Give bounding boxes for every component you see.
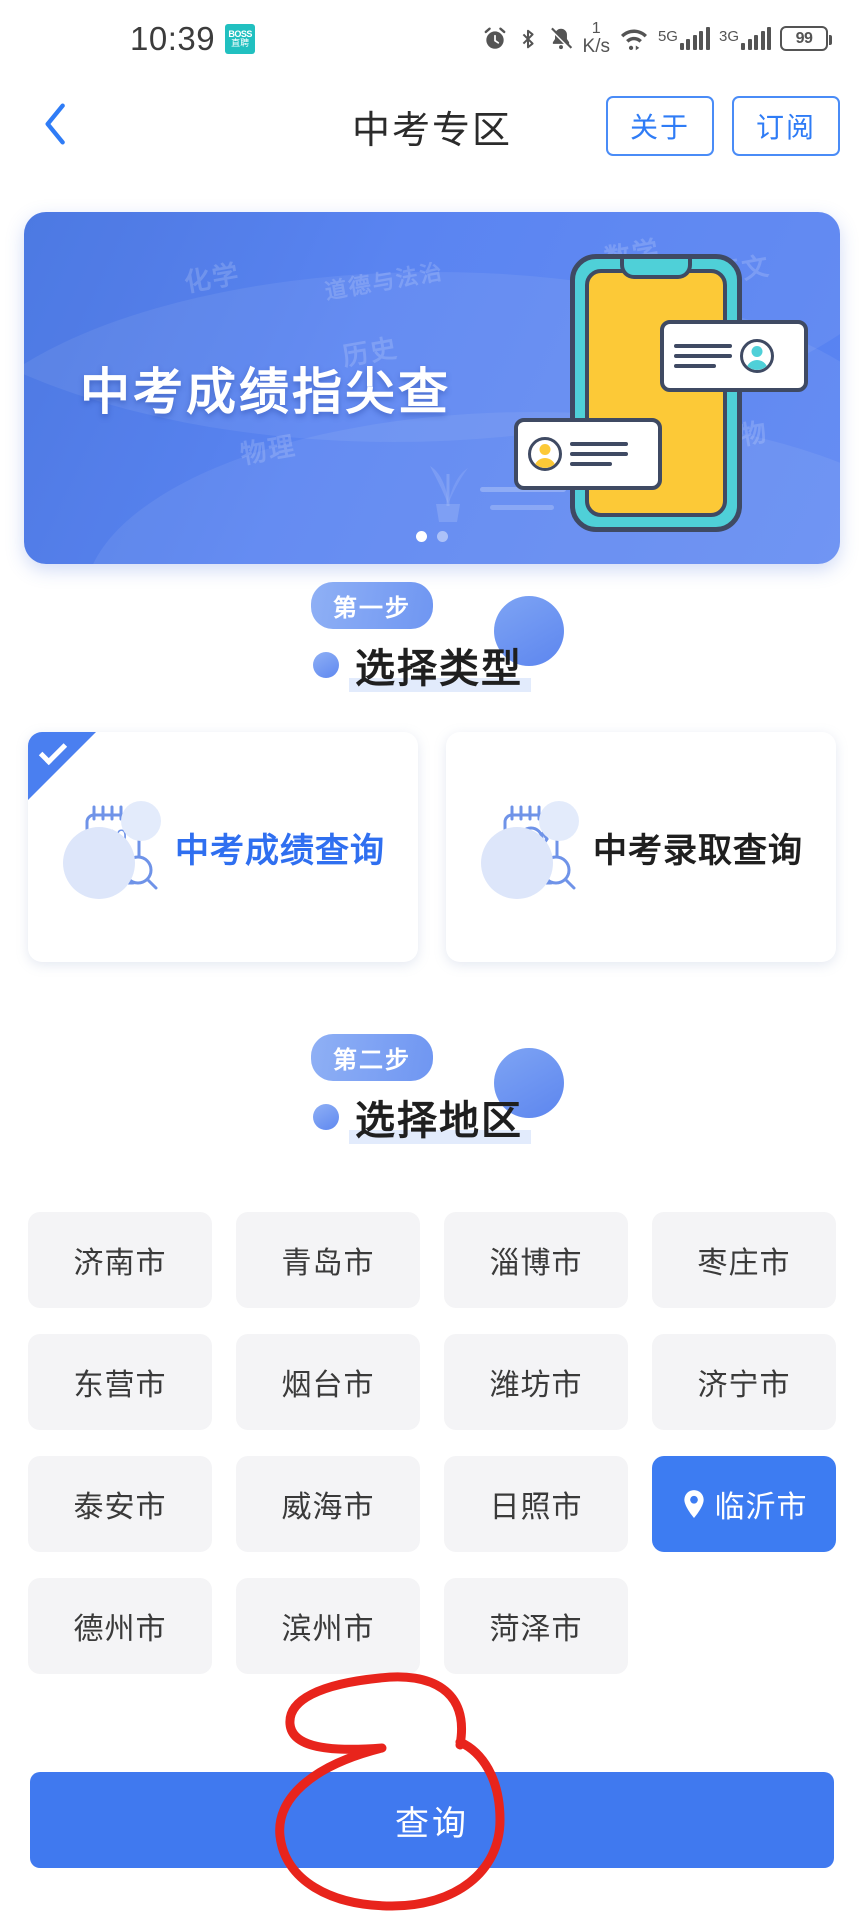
- city-chip[interactable]: 济宁市: [652, 1334, 836, 1430]
- step-bullet-dot: [313, 652, 339, 678]
- sim2-network-label: 3G: [718, 27, 739, 45]
- admission-document-search-icon: [479, 793, 587, 901]
- city-chip-selected[interactable]: 临沂市: [652, 1456, 836, 1552]
- score-document-search-icon: 100: [61, 793, 169, 901]
- about-button[interactable]: 关于: [605, 96, 714, 156]
- navigation-bar: 中考专区 关于 订阅: [0, 78, 864, 174]
- step-2-title: 选择地区: [349, 1088, 531, 1146]
- avatar: [528, 437, 562, 471]
- step-1-title: 选择类型: [349, 636, 531, 694]
- city-chip[interactable]: 德州市: [28, 1578, 212, 1674]
- carousel-dots[interactable]: [416, 531, 448, 542]
- promo-banner[interactable]: 化学 数学 语文 历史 英语 生物 物理 道德与法治 中考成绩指尖查: [24, 212, 840, 564]
- type-card-label: 中考成绩查询: [175, 831, 385, 870]
- status-bar: 10:39 BOSS 直聘 1 K/s 5G 3G 99: [0, 0, 864, 78]
- network-speed-indicator: 1 K/s: [582, 19, 610, 58]
- type-card-score-query[interactable]: 100 中考成绩查询: [28, 732, 418, 962]
- carousel-dot-active[interactable]: [416, 531, 427, 542]
- city-chip[interactable]: 威海市: [236, 1456, 420, 1552]
- city-chip[interactable]: 淄博市: [444, 1212, 628, 1308]
- city-grid: 济南市 青岛市 淄博市 枣庄市 东营市 烟台市 潍坊市 济宁市 泰安市 威海市 …: [28, 1212, 836, 1674]
- city-chip[interactable]: 青岛市: [236, 1212, 420, 1308]
- icon-blob: [481, 827, 553, 899]
- alarm-icon: [482, 26, 508, 52]
- battery-indicator: 99: [780, 26, 832, 52]
- step-1-header: 第一步 选择类型: [0, 578, 864, 706]
- banner-plant-decoration: [430, 466, 468, 522]
- step-2-header: 第二步 选择地区: [0, 1030, 864, 1158]
- city-chip[interactable]: 泰安市: [28, 1456, 212, 1552]
- step-1-badge: 第一步: [311, 582, 433, 629]
- sim2-signal-bars: [741, 26, 771, 50]
- status-bar-right: 1 K/s 5G 3G 99: [482, 19, 832, 58]
- sim2-signal: 3G: [718, 26, 771, 50]
- phone-body: [570, 254, 742, 532]
- boss-badge-line2: 直聘: [231, 38, 250, 48]
- bluetooth-icon: [517, 26, 539, 52]
- chat-bubble-bottom: [514, 418, 662, 490]
- query-submit-label: 查询: [395, 1804, 469, 1843]
- step-2-title-row: 选择地区: [313, 1088, 531, 1146]
- city-chip[interactable]: 烟台市: [236, 1334, 420, 1430]
- icon-blob: [539, 801, 579, 841]
- banner-title: 中考成绩指尖查: [80, 364, 451, 420]
- network-speed-value: 1: [591, 19, 601, 37]
- banner-line-decoration: [490, 505, 554, 510]
- app-screen: 10:39 BOSS 直聘 1 K/s 5G 3G 99 中考专区 关于 订阅 …: [0, 0, 864, 1920]
- network-speed-unit: K/s: [582, 36, 610, 58]
- city-chip[interactable]: 日照市: [444, 1456, 628, 1552]
- type-selection-row: 100 中考成绩查询: [28, 732, 836, 962]
- city-chip-label: 临沂市: [714, 1491, 808, 1524]
- city-chip[interactable]: 滨州市: [236, 1578, 420, 1674]
- step-2-badge: 第二步: [311, 1034, 433, 1081]
- query-submit-button[interactable]: 查询: [30, 1772, 834, 1868]
- icon-blob: [121, 801, 161, 841]
- status-time: 10:39: [130, 20, 216, 57]
- carousel-dot[interactable]: [437, 531, 448, 542]
- sim1-signal: 5G: [657, 26, 710, 50]
- bubble-text-lines: [570, 442, 628, 466]
- icon-blob: [63, 827, 135, 899]
- subscribe-button[interactable]: 订阅: [731, 96, 840, 156]
- boss-zhipin-badge: BOSS 直聘: [225, 24, 256, 54]
- city-chip[interactable]: 东营市: [28, 1334, 212, 1430]
- sim1-network-label: 5G: [657, 27, 678, 45]
- promo-banner-carousel[interactable]: 化学 数学 语文 历史 英语 生物 物理 道德与法治 中考成绩指尖查: [24, 212, 840, 564]
- avatar: [740, 339, 774, 373]
- mute-bell-icon: [548, 26, 574, 52]
- battery-percent-label: 99: [795, 29, 813, 47]
- bubble-text-lines: [674, 344, 732, 368]
- city-chip[interactable]: 枣庄市: [652, 1212, 836, 1308]
- city-chip[interactable]: 潍坊市: [444, 1334, 628, 1430]
- type-card-label: 中考录取查询: [593, 831, 803, 870]
- status-bar-left: 10:39 BOSS 直聘: [130, 20, 256, 58]
- city-chip[interactable]: 菏泽市: [444, 1578, 628, 1674]
- step-bullet-dot: [313, 1104, 339, 1130]
- sim1-signal-bars: [679, 26, 710, 50]
- wifi-icon: [619, 26, 649, 52]
- phone-notch: [620, 259, 692, 279]
- location-pin-icon: [681, 1489, 707, 1519]
- nav-actions: 关于 订阅: [605, 96, 840, 156]
- type-card-admission-query[interactable]: 中考录取查询: [446, 732, 836, 962]
- city-chip[interactable]: 济南市: [28, 1212, 212, 1308]
- step-1-title-row: 选择类型: [313, 636, 531, 694]
- chat-bubble-top: [660, 320, 808, 392]
- banner-phone-illustration: [514, 254, 808, 534]
